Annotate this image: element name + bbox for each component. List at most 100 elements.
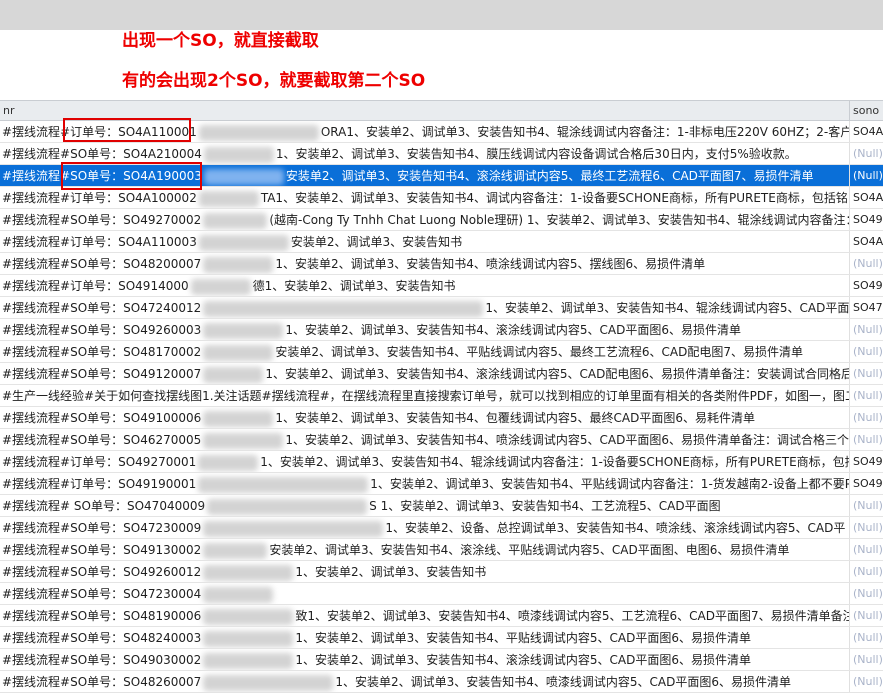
cell-nr[interactable]: #摆线流程#SO单号：SO48190006 致1、安装单2、调试单3、安装告知书4… bbox=[0, 605, 850, 626]
annotation-line-1: 出现一个SO，就直接截取 bbox=[122, 31, 319, 51]
table-row[interactable]: #摆线流程#订单号：SO49190001 1、安装单2、调试单3、安装告知书4、平… bbox=[0, 473, 883, 495]
cell-nr[interactable]: #摆线流程#SO单号：SO46270005 1、安装单2、调试单3、安装告知书4、… bbox=[0, 429, 850, 450]
table-row[interactable]: #摆线流程#SO单号：SO48260007 1、安装单2、调试单3、安装告知书4、… bbox=[0, 671, 883, 693]
cell-sono[interactable]: SO49 bbox=[850, 451, 883, 472]
cell-nr[interactable]: #摆线流程#SO单号：SO47230009 1、安装单2、设备、总控调试单3、安装… bbox=[0, 517, 850, 538]
table-row[interactable]: #摆线流程#SO单号：SO47230004 (Null) bbox=[0, 583, 883, 605]
cell-sono[interactable]: (Null) bbox=[850, 671, 883, 692]
cell-sono[interactable]: (Null) bbox=[850, 605, 883, 626]
table-row[interactable]: #摆线流程#订单号：SO4A110003 安装单2、调试单3、安装告知书 SO4A bbox=[0, 231, 883, 253]
table-row[interactable]: #摆线流程#SO单号：SO49260012 1、安装单2、调试单3、安装告知书 (N… bbox=[0, 561, 883, 583]
table-row[interactable]: #摆线流程#SO单号：SO46270005 1、安装单2、调试单3、安装告知书4、… bbox=[0, 429, 883, 451]
cell-nr-prefix: #摆线流程#SO单号：SO48190006 bbox=[2, 609, 202, 623]
cell-nr[interactable]: #摆线流程#订单号：SO4A110003 安装单2、调试单3、安装告知书 bbox=[0, 231, 850, 252]
table-row[interactable]: #生产一线经验#关于如何查找摆线图1.关注话题#摆线流程#，在摆线流程里直接搜索… bbox=[0, 385, 883, 407]
table-row[interactable]: #摆线流程#订单号：SO4914000 德1、安装单2、调试单3、安装告知书 SO4… bbox=[0, 275, 883, 297]
redacted-blur bbox=[203, 344, 274, 361]
cell-nr-prefix: #摆线流程#订单号：SO49270001 bbox=[2, 455, 197, 469]
table-row[interactable]: #摆线流程#SO单号：SO48190006 致1、安装单2、调试单3、安装告知书4… bbox=[0, 605, 883, 627]
cell-sono[interactable]: SO49 bbox=[850, 275, 883, 296]
cell-nr[interactable]: #摆线流程#SO单号：SO49120007 1、安装单2、调试单3、安装告知书4、… bbox=[0, 363, 850, 384]
table-row[interactable]: #摆线流程#SO单号：SO49030002 1、安装单2、调试单3、安装告知书4、… bbox=[0, 649, 883, 671]
table-row[interactable]: #摆线流程#SO单号：SO48170002 安装单2、调试单3、安装告知书4、平贴… bbox=[0, 341, 883, 363]
cell-sono[interactable]: (Null) bbox=[850, 495, 883, 516]
cell-sono[interactable]: SO49 bbox=[850, 473, 883, 494]
cell-nr[interactable]: #生产一线经验#关于如何查找摆线图1.关注话题#摆线流程#，在摆线流程里直接搜索… bbox=[0, 385, 850, 406]
cell-nr[interactable]: #摆线流程#SO单号：SO48200007 1、安装单2、调试单3、安装告知书4、… bbox=[0, 253, 850, 274]
table-row[interactable]: #摆线流程#SO单号：SO48240003 1、安装单2、调试单3、安装告知书4、… bbox=[0, 627, 883, 649]
cell-nr[interactable]: #摆线流程#订单号：SO49190001 1、安装单2、调试单3、安装告知书4、平… bbox=[0, 473, 850, 494]
cell-nr[interactable]: #摆线流程#SO单号：SO49030002 1、安装单2、调试单3、安装告知书4、… bbox=[0, 649, 850, 670]
cell-nr[interactable]: #摆线流程#SO单号：SO48240003 1、安装单2、调试单3、安装告知书4、… bbox=[0, 627, 850, 648]
redacted-blur bbox=[203, 586, 274, 603]
cell-sono[interactable]: SO47 bbox=[850, 297, 883, 318]
cell-sono[interactable]: (Null) bbox=[850, 363, 883, 384]
cell-nr-prefix: #摆线流程# SO单号：SO47040009 bbox=[2, 499, 206, 513]
table-row[interactable]: #摆线流程#SO单号：SO49100006 1、安装单2、调试单3、安装告知书4、… bbox=[0, 407, 883, 429]
redacted-blur bbox=[203, 366, 264, 383]
cell-nr[interactable]: #摆线流程#SO单号：SO49100006 1、安装单2、调试单3、安装告知书4、… bbox=[0, 407, 850, 428]
table-row[interactable]: #摆线流程#SO单号：SO49270002 (越南-Cong Ty Tnhh Ch… bbox=[0, 209, 883, 231]
redacted-blur bbox=[203, 652, 294, 669]
table-row[interactable]: #摆线流程#SO单号：SO47230009 1、安装单2、设备、总控调试单3、安装… bbox=[0, 517, 883, 539]
cell-sono[interactable]: SO4A bbox=[850, 187, 883, 208]
cell-sono[interactable]: (Null) bbox=[850, 517, 883, 538]
cell-nr[interactable]: #摆线流程#SO单号：SO49260012 1、安装单2、调试单3、安装告知书 bbox=[0, 561, 850, 582]
table-row[interactable]: #摆线流程#SO单号：SO49260003 1、安装单2、调试单3、安装告知书4、… bbox=[0, 319, 883, 341]
cell-sono[interactable]: (Null) bbox=[850, 143, 883, 164]
cell-sono[interactable]: SO4A bbox=[850, 121, 883, 142]
cell-nr-prefix: #摆线流程#SO单号：SO49260012 bbox=[2, 565, 202, 579]
cell-sono[interactable]: (Null) bbox=[850, 429, 883, 450]
cell-nr-suffix: 1、安装单2、调试单3、安装告知书4、辊涂线调试内容5、CAD平面图6 bbox=[485, 301, 850, 315]
cell-nr[interactable]: #摆线流程#SO单号：SO48170002 安装单2、调试单3、安装告知书4、平贴… bbox=[0, 341, 850, 362]
cell-nr[interactable]: #摆线流程#SO单号：SO47230004 bbox=[0, 583, 850, 604]
cell-nr[interactable]: #摆线流程#SO单号：SO48260007 1、安装单2、调试单3、安装告知书4、… bbox=[0, 671, 850, 692]
cell-nr-suffix: 1、安装单2、调试单3、安装告知书4、包覆线调试内容5、最终CAD平面图6、易耗… bbox=[275, 411, 755, 425]
cell-nr-suffix: 1、安装单2、调试单3、安装告知书4、喷涂线调试内容5、CAD平面图6、易损件清… bbox=[285, 433, 850, 447]
column-header-sono[interactable]: sono bbox=[850, 101, 883, 121]
cell-nr[interactable]: #摆线流程# SO单号：SO47040009 S 1、安装单2、调试单3、安装告知… bbox=[0, 495, 850, 516]
cell-sono[interactable]: (Null) bbox=[850, 385, 883, 406]
cell-sono[interactable]: (Null) bbox=[850, 341, 883, 362]
cell-nr[interactable]: #摆线流程#SO单号：SO49130002 安装单2、调试单3、安装告知书4、滚涂… bbox=[0, 539, 850, 560]
redacted-blur bbox=[203, 410, 274, 427]
cell-sono[interactable]: (Null) bbox=[850, 407, 883, 428]
cell-nr[interactable]: #摆线流程#订单号：SO4914000 德1、安装单2、调试单3、安装告知书 bbox=[0, 275, 850, 296]
cell-nr[interactable]: #摆线流程#SO单号：SO49260003 1、安装单2、调试单3、安装告知书4、… bbox=[0, 319, 850, 340]
redacted-blur bbox=[190, 278, 251, 295]
cell-sono[interactable]: (Null) bbox=[850, 165, 883, 186]
redacted-blur bbox=[198, 454, 259, 471]
table-row[interactable]: #摆线流程# SO单号：SO47040009 S 1、安装单2、调试单3、安装告知… bbox=[0, 495, 883, 517]
cell-nr[interactable]: #摆线流程#SO单号：SO49270002 (越南-Cong Ty Tnhh Ch… bbox=[0, 209, 850, 230]
cell-nr-prefix: #摆线流程#订单号：SO4A110003 bbox=[2, 235, 197, 249]
cell-sono[interactable]: SO49 bbox=[850, 209, 883, 230]
table-row[interactable]: #摆线流程#SO单号：SO47240012 1、安装单2、调试单3、安装告知书4、… bbox=[0, 297, 883, 319]
cell-sono[interactable]: (Null) bbox=[850, 561, 883, 582]
cell-nr[interactable]: #摆线流程#订单号：SO49270001 1、安装单2、调试单3、安装告知书4、辊… bbox=[0, 451, 850, 472]
table-row[interactable]: #摆线流程#SO单号：SO48200007 1、安装单2、调试单3、安装告知书4、… bbox=[0, 253, 883, 275]
cell-nr-prefix: #摆线流程#SO单号：SO49030002 bbox=[2, 653, 202, 667]
annotation-area: 出现一个SO，就直接截取 有的会出现2个SO，就要截取第二个SO bbox=[0, 30, 883, 100]
redacted-blur bbox=[198, 124, 319, 141]
redacted-blur bbox=[203, 630, 294, 647]
cell-nr-prefix: #摆线流程#SO单号：SO49270002 bbox=[2, 213, 202, 227]
cell-sono[interactable]: (Null) bbox=[850, 319, 883, 340]
cell-sono[interactable]: (Null) bbox=[850, 253, 883, 274]
cell-nr-suffix: S 1、安装单2、调试单3、安装告知书4、工艺流程5、CAD平面图 bbox=[369, 499, 721, 513]
table-row[interactable]: #摆线流程#SO单号：SO49130002 安装单2、调试单3、安装告知书4、滚涂… bbox=[0, 539, 883, 561]
cell-nr-suffix: 1、安装单2、调试单3、安装告知书 bbox=[295, 565, 487, 579]
table-row[interactable]: #摆线流程#订单号：SO4A100002 TA1、安装单2、调试单3、安装告知书4… bbox=[0, 187, 883, 209]
cell-nr[interactable]: #摆线流程#订单号：SO4A100002 TA1、安装单2、调试单3、安装告知书4… bbox=[0, 187, 850, 208]
cell-sono[interactable]: (Null) bbox=[850, 649, 883, 670]
cell-nr-prefix: #摆线流程#SO单号：SO49120007 bbox=[2, 367, 202, 381]
cell-nr-suffix: 安装单2、调试单3、安装告知书4、平贴线调试内容5、最终工艺流程6、CAD配电图… bbox=[275, 345, 803, 359]
table-row[interactable]: #摆线流程#SO单号：SO49120007 1、安装单2、调试单3、安装告知书4、… bbox=[0, 363, 883, 385]
redacted-blur bbox=[203, 542, 268, 559]
cell-nr[interactable]: #摆线流程#SO单号：SO47240012 1、安装单2、调试单3、安装告知书4、… bbox=[0, 297, 850, 318]
table-row[interactable]: #摆线流程#订单号：SO49270001 1、安装单2、调试单3、安装告知书4、辊… bbox=[0, 451, 883, 473]
cell-sono[interactable]: (Null) bbox=[850, 539, 883, 560]
cell-sono[interactable]: (Null) bbox=[850, 583, 883, 604]
cell-sono[interactable]: SO4A bbox=[850, 231, 883, 252]
redacted-blur bbox=[198, 190, 259, 207]
cell-sono[interactable]: (Null) bbox=[850, 627, 883, 648]
